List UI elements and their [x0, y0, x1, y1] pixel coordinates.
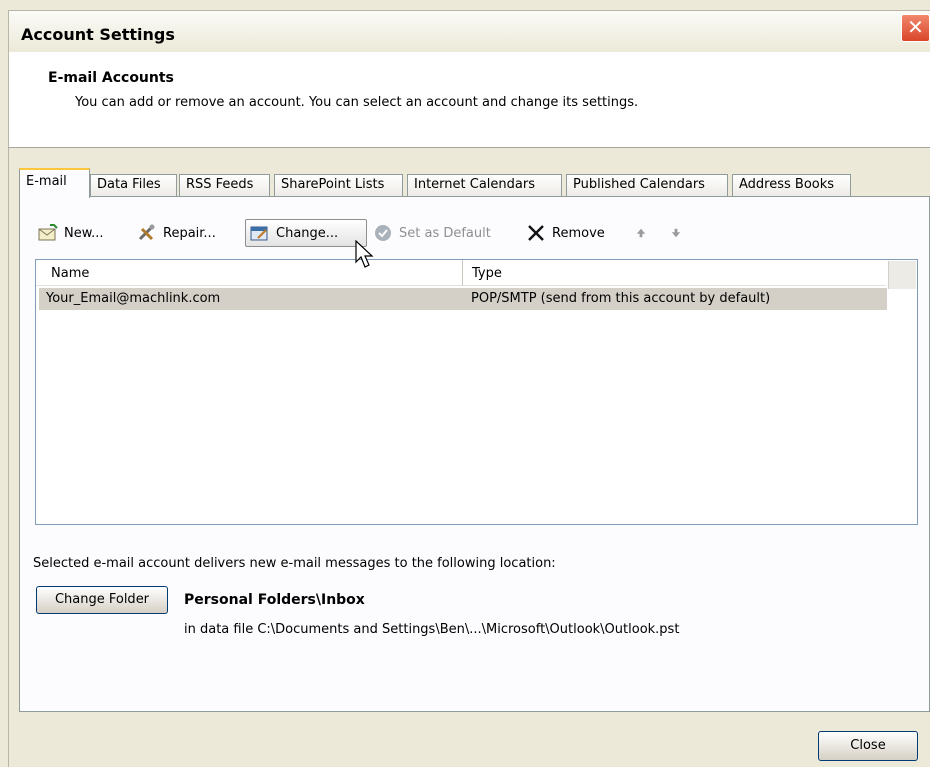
column-header-name[interactable]: Name	[36, 260, 463, 286]
arrow-up-icon	[636, 228, 646, 238]
change-button-label: Change...	[276, 225, 339, 241]
title-bar: Account Settings	[8, 10, 930, 52]
tab-data-files[interactable]: Data Files	[90, 174, 177, 196]
move-down-button[interactable]	[669, 219, 683, 247]
account-list[interactable]: Name Type Your_Email@machlink.com POP/SM…	[35, 259, 918, 525]
data-file-path: in data file C:\Documents and Settings\B…	[184, 622, 680, 637]
list-scrollbar[interactable]	[888, 261, 916, 289]
mouse-pointer-icon	[355, 240, 374, 268]
repair-tools-icon	[138, 224, 155, 241]
new-button[interactable]: New...	[38, 219, 104, 247]
remove-button[interactable]: Remove	[526, 219, 605, 247]
remove-button-label: Remove	[552, 225, 605, 241]
repair-button[interactable]: Repair...	[137, 219, 216, 247]
move-up-button[interactable]	[634, 219, 648, 247]
tab-published-calendars[interactable]: Published Calendars	[566, 174, 728, 196]
column-header-type[interactable]: Type	[462, 260, 886, 286]
window-border	[8, 148, 9, 767]
column-type-label: Type	[472, 266, 502, 281]
dialog-header: E-mail Accounts You can add or remove an…	[8, 52, 930, 148]
account-row[interactable]: Your_Email@machlink.com POP/SMTP (send f…	[39, 288, 887, 310]
new-mail-icon	[38, 224, 58, 241]
email-tab-panel: New... Repair... Change... Set as Defaul…	[19, 196, 930, 712]
arrow-down-icon	[671, 228, 681, 238]
tab-internet-calendars[interactable]: Internet Calendars	[407, 174, 562, 196]
header-description: You can add or remove an account. You ca…	[75, 95, 639, 110]
remove-x-icon	[528, 225, 544, 241]
header-title: E-mail Accounts	[48, 70, 174, 86]
tab-address-books[interactable]: Address Books	[732, 174, 851, 196]
tab-sharepoint-lists[interactable]: SharePoint Lists	[274, 174, 403, 196]
tab-email[interactable]: E-mail	[19, 168, 90, 198]
account-type: POP/SMTP (send from this account by defa…	[471, 291, 771, 306]
window-title: Account Settings	[21, 25, 175, 44]
change-button[interactable]: Change...	[245, 219, 367, 247]
delivery-info-text: Selected e-mail account delivers new e-m…	[33, 556, 556, 571]
change-folder-button[interactable]: Change Folder	[36, 586, 168, 614]
window-close-button[interactable]: ✕	[901, 14, 930, 42]
change-account-icon	[250, 226, 268, 241]
tab-rss-feeds[interactable]: RSS Feeds	[179, 174, 270, 196]
repair-button-label: Repair...	[163, 225, 216, 241]
account-name: Your_Email@machlink.com	[46, 291, 221, 306]
close-button[interactable]: Close	[818, 731, 918, 761]
delivery-folder: Personal Folders\Inbox	[184, 592, 365, 608]
account-settings-dialog: Account Settings ✕ E-mail Accounts You c…	[0, 0, 930, 767]
column-name-label: Name	[51, 266, 90, 281]
set-as-default-button[interactable]: Set as Default	[373, 219, 491, 247]
new-button-label: New...	[64, 225, 104, 241]
set-as-default-label: Set as Default	[399, 225, 491, 241]
